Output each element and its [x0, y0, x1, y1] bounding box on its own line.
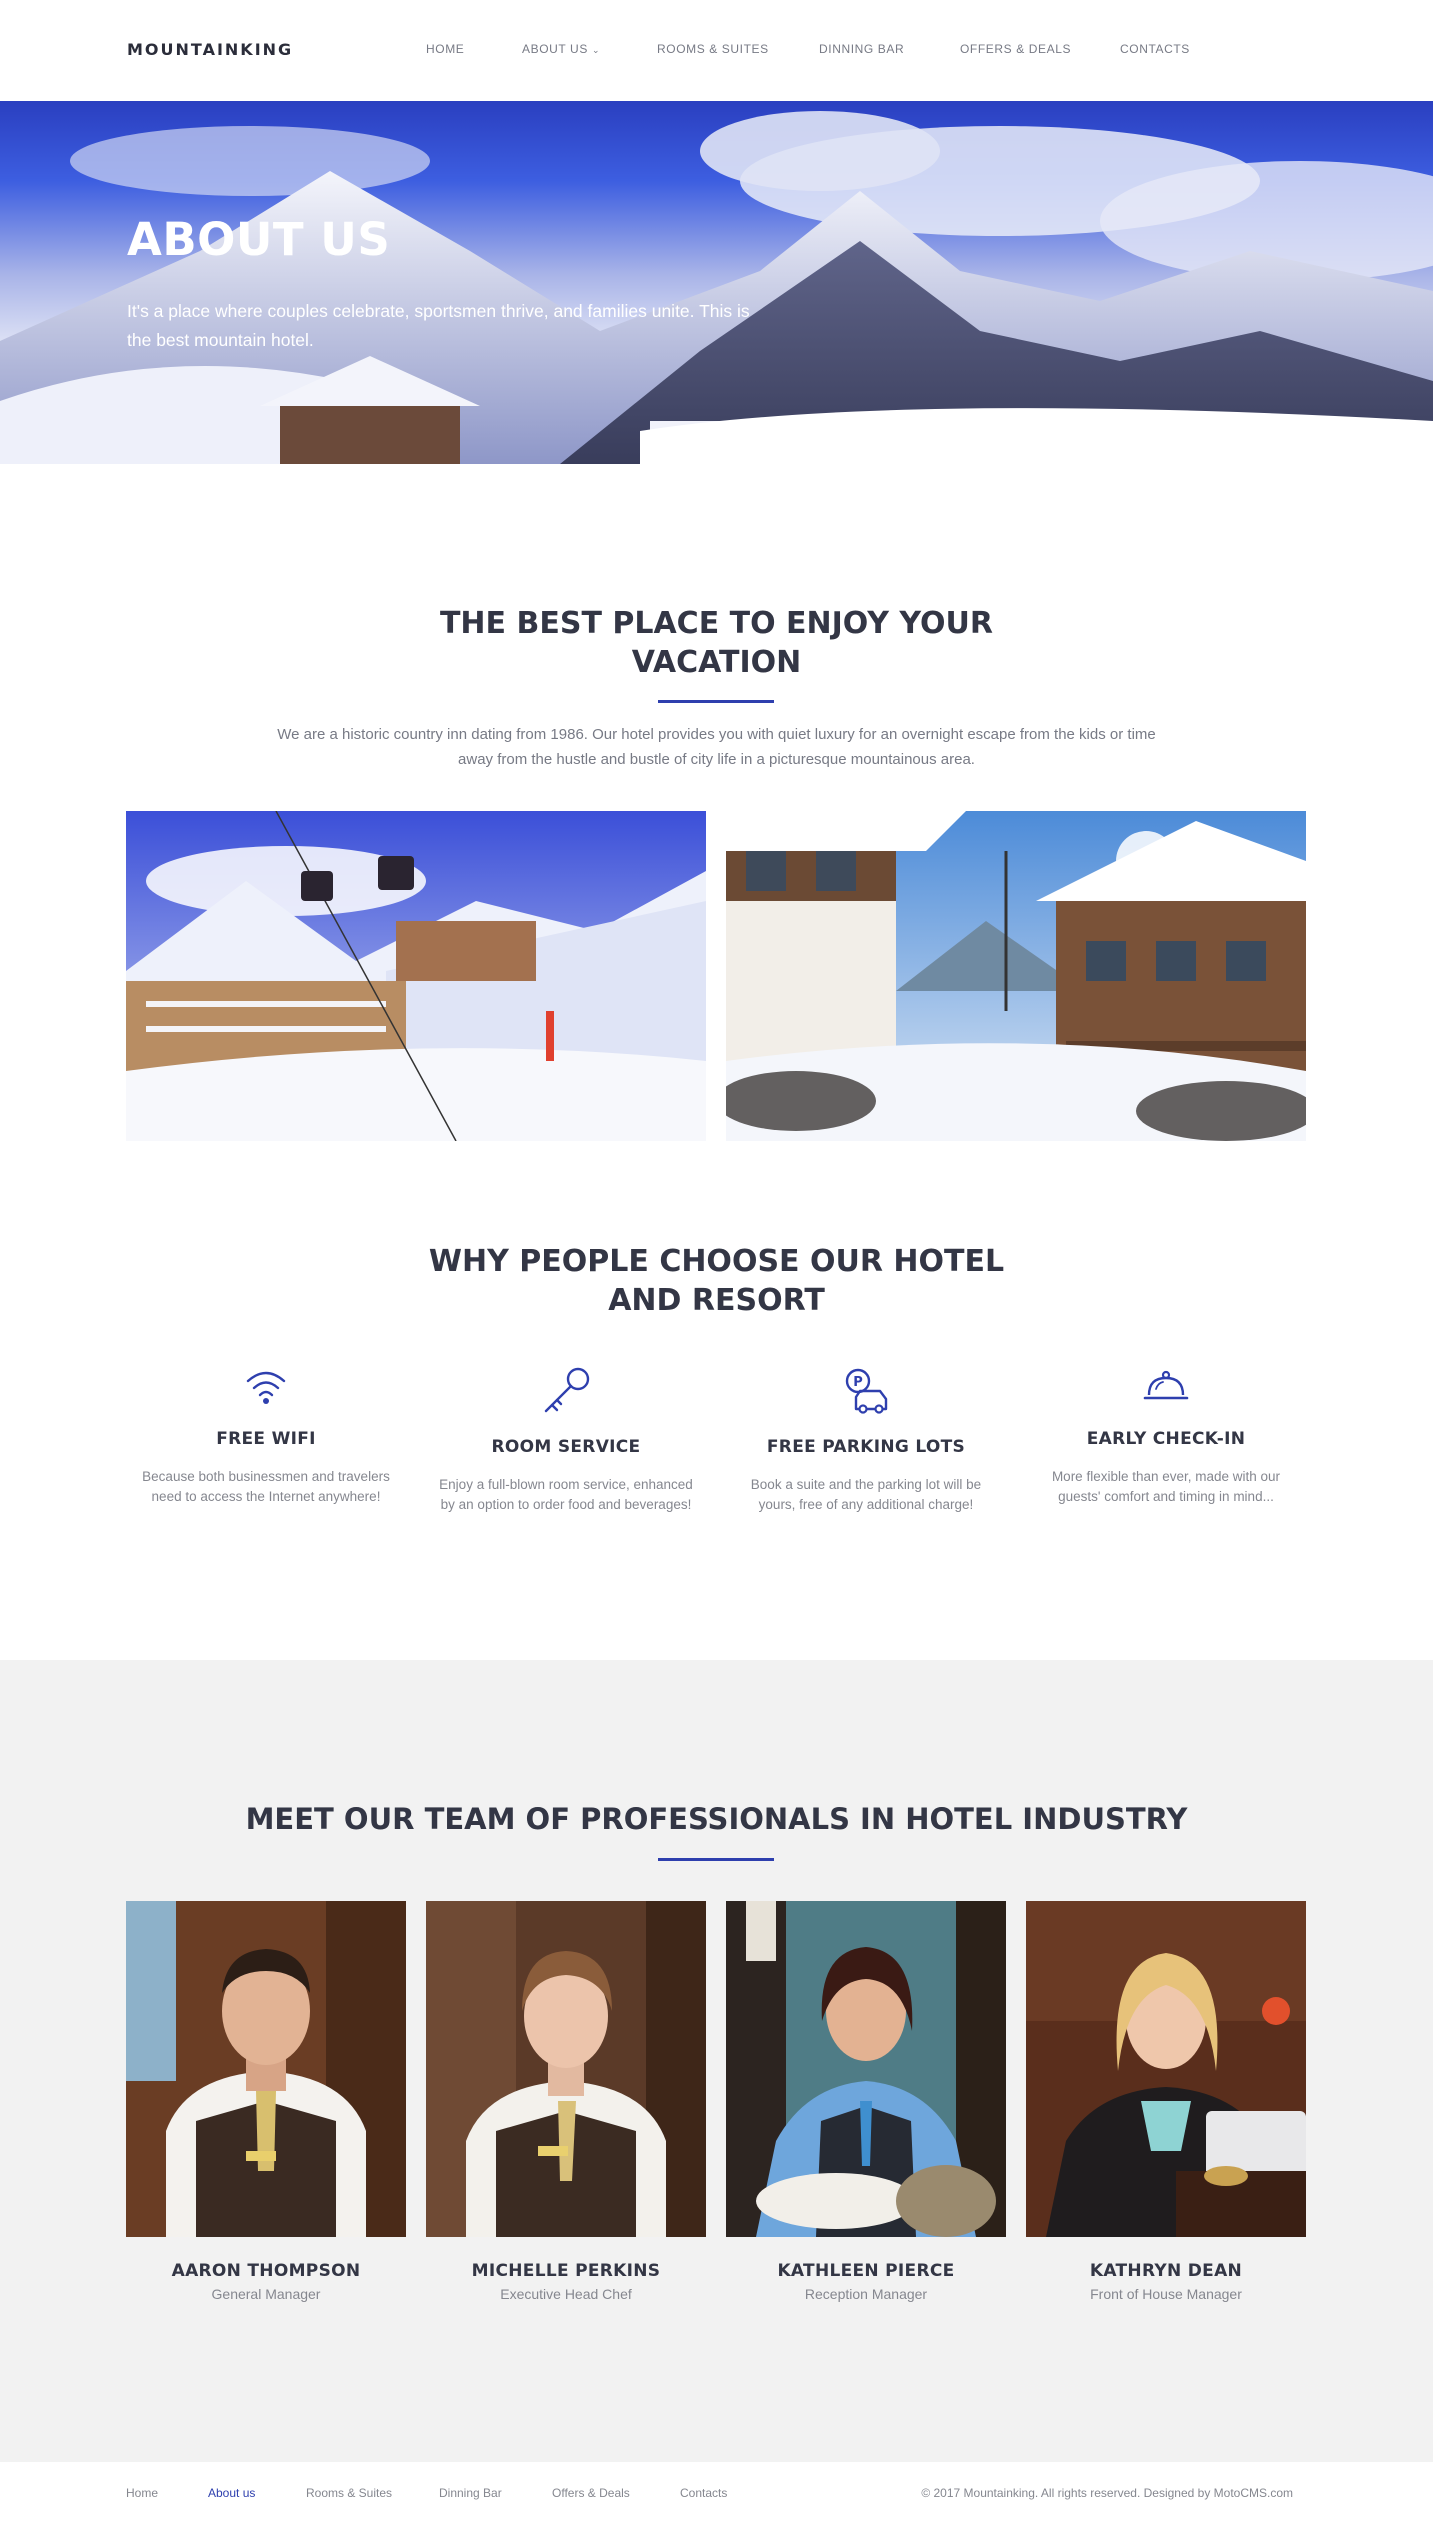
- site-header: MOUNTAINKING HOME ABOUT US ⌄ ROOMS & SUIT…: [0, 0, 1433, 101]
- footer-link-about-us[interactable]: About us: [208, 2486, 255, 2500]
- footer-link-contacts[interactable]: Contacts: [680, 2486, 727, 2500]
- intro-title: THE BEST PLACE TO ENJOY YOUR VACATION: [0, 604, 1433, 682]
- team-member: KATHRYN DEAN Front of House Manager: [1026, 1901, 1306, 2302]
- mountain-landscape-image: [0, 111, 1433, 464]
- hero-description: It's a place where couples celebrate, sp…: [127, 301, 750, 350]
- footer-link-home[interactable]: Home: [126, 2486, 158, 2500]
- team-member: MICHELLE PERKINS Executive Head Chef: [426, 1901, 706, 2302]
- team-member-photo: [1026, 1901, 1306, 2237]
- title-underline: [658, 700, 774, 703]
- team-member: AARON THOMPSON General Manager: [126, 1901, 406, 2302]
- feature-title: EARLY CHECK-IN: [1086, 1429, 1246, 1449]
- team-title: MEET OUR TEAM OF PROFESSIONALS IN HOTEL …: [245, 1802, 1188, 1836]
- why-title-line1: WHY PEOPLE CHOOSE OUR HOTEL: [428, 1244, 1005, 1279]
- key-icon: [544, 1367, 590, 1413]
- team-member-role: Reception Manager: [804, 2286, 928, 2302]
- team-member-photo: [426, 1901, 706, 2237]
- feature-room-service: ROOM SERVICE Enjoy a full-blown room ser…: [421, 1367, 711, 1515]
- nav-item-about-us-label: ABOUT US: [522, 42, 588, 56]
- team-member-name: MICHELLE PERKINS: [471, 2261, 661, 2281]
- team-member-photo: [726, 1901, 1006, 2237]
- main-nav: HOME ABOUT US ⌄ ROOMS & SUITES DINNING BA…: [0, 42, 1433, 62]
- team-member-role: Front of House Manager: [1090, 2286, 1242, 2302]
- svg-text:P: P: [853, 1375, 863, 1390]
- feature-title: ROOM SERVICE: [491, 1437, 641, 1457]
- team-member-name: KATHLEEN PIERCE: [777, 2261, 955, 2281]
- why-title-line2: AND RESORT: [608, 1283, 825, 1318]
- footer-link-dinning-bar[interactable]: Dinning Bar: [439, 2486, 502, 2500]
- feature-text: Enjoy a full-blown room service, enhance…: [439, 1477, 693, 1512]
- wifi-icon: [246, 1371, 286, 1404]
- nav-item-rooms-suites[interactable]: ROOMS & SUITES: [657, 42, 769, 56]
- feature-text: More flexible than ever, made with our g…: [1051, 1469, 1281, 1504]
- team-member-role: General Manager: [211, 2286, 321, 2302]
- nav-item-contacts[interactable]: CONTACTS: [1120, 42, 1190, 56]
- page-title: ABOUT US: [127, 213, 391, 266]
- site-footer: Home About us Rooms & Suites Dinning Bar…: [0, 2462, 1433, 2526]
- feature-title: FREE WIFI: [216, 1429, 316, 1449]
- feature-wifi: FREE WIFI Because both businessmen and t…: [121, 1367, 411, 1507]
- team-member-name: KATHRYN DEAN: [1089, 2261, 1243, 2281]
- footer-link-offers-deals[interactable]: Offers & Deals: [552, 2486, 630, 2500]
- nav-item-home[interactable]: HOME: [426, 42, 464, 56]
- team-member-name: AARON THOMPSON: [171, 2261, 361, 2281]
- feature-parking: P FREE PARKING LOTS Book a suite and the…: [721, 1367, 1011, 1515]
- chevron-down-icon: ⌄: [591, 45, 601, 55]
- nav-item-offers-deals[interactable]: OFFERS & DEALS: [960, 42, 1071, 56]
- service-bell-icon: [1143, 1370, 1189, 1400]
- nav-item-dinning-bar[interactable]: DINNING BAR: [819, 42, 904, 56]
- feature-text: Because both businessmen and travelers n…: [142, 1469, 390, 1504]
- nav-item-about-us[interactable]: ABOUT US ⌄: [522, 42, 600, 56]
- intro-text: We are a historic country inn dating fro…: [277, 726, 1156, 768]
- hero-banner: ABOUT US It's a place where couples cele…: [0, 101, 1433, 464]
- why-title: WHY PEOPLE CHOOSE OUR HOTEL AND RESORT: [0, 1242, 1433, 1320]
- team-member-role: Executive Head Chef: [500, 2286, 632, 2302]
- feature-title: FREE PARKING LOTS: [766, 1437, 966, 1457]
- parking-car-icon: P: [845, 1368, 888, 1414]
- intro-title-line2: VACATION: [631, 645, 802, 680]
- intro-title-line1: THE BEST PLACE TO ENJOY YOUR: [439, 606, 994, 641]
- chalet-photo: [726, 811, 1306, 1141]
- title-underline: [658, 1858, 774, 1861]
- feature-early-check-in: EARLY CHECK-IN More flexible than ever, …: [1021, 1367, 1311, 1507]
- team-member-photo: [126, 1901, 406, 2237]
- feature-text: Book a suite and the parking lot will be…: [750, 1477, 982, 1512]
- copyright-text: © 2017 Mountainking. All rights reserved…: [921, 2486, 1293, 2500]
- ski-resort-photo: [126, 811, 706, 1141]
- footer-link-rooms-suites[interactable]: Rooms & Suites: [306, 2486, 392, 2500]
- team-member: KATHLEEN PIERCE Reception Manager: [726, 1901, 1006, 2302]
